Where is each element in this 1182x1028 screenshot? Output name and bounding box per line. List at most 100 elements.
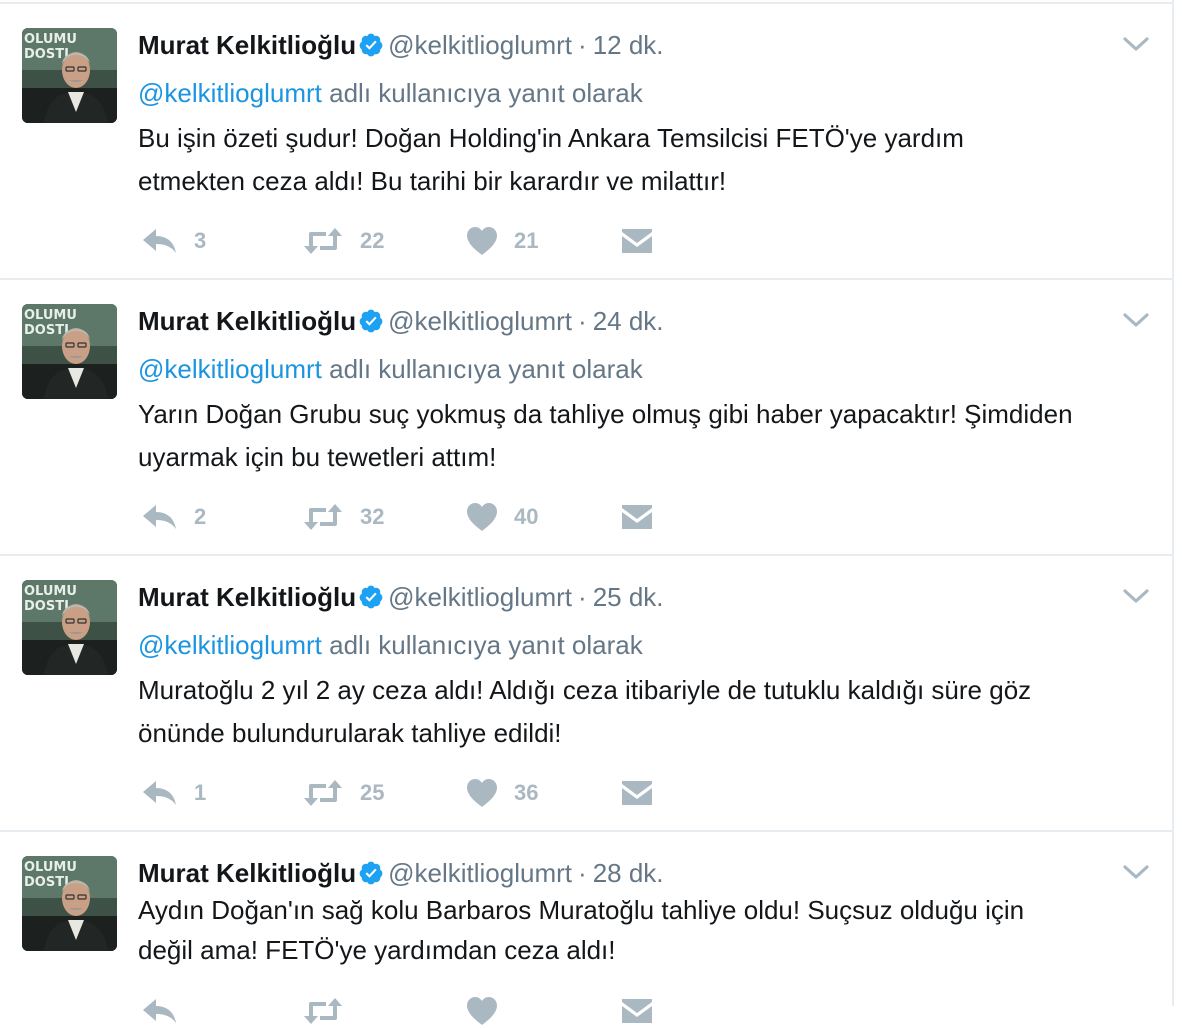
heart-icon: [466, 502, 498, 532]
reply-count: 3: [194, 228, 207, 253]
tweet-text: Muratoğlu 2 yıl 2 ay ceza aldı! Aldığı c…: [138, 669, 1158, 755]
retweet-count: 32: [360, 504, 385, 529]
tweet[interactable]: OLUMU DOSTL Murat Kelkitlioğlu @kelkitlio…: [0, 280, 1172, 556]
tweet-header: Murat Kelkitlioğlu @kelkitlioglumrt · 28 dk…: [138, 857, 664, 893]
verified-badge-icon: [358, 32, 384, 65]
reply-context-label: adlı kullanıcıya yanıt olarak: [329, 354, 643, 384]
svg-text:OLUMU: OLUMU: [24, 584, 77, 599]
retweet-icon: [302, 502, 344, 532]
tweet-text-line: Bu işin özeti şudur! Doğan Holding'in An…: [138, 123, 964, 153]
separator: ·: [578, 30, 587, 60]
direct-message-button[interactable]: [620, 994, 654, 1028]
tweet-text: Yarın Doğan Grubu suç yokmuş da tahliye …: [138, 393, 1158, 479]
like-button[interactable]: 40: [466, 500, 538, 534]
svg-text:OLUMU: OLUMU: [24, 32, 77, 47]
tweet[interactable]: OLUMU DOSTL Murat Kelkitlioğlu @kelkitlio…: [0, 4, 1172, 280]
reply-icon: [142, 502, 178, 532]
reply-icon: [142, 996, 178, 1026]
retweet-button[interactable]: 22: [302, 224, 384, 258]
tweet-text-line: Yarın Doğan Grubu suç yokmuş da tahliye …: [138, 399, 1073, 429]
timestamp[interactable]: 24 dk.: [593, 306, 664, 336]
verified-badge-icon: [358, 308, 384, 341]
reply-mention-link[interactable]: @kelkitlioglumrt: [138, 630, 322, 660]
timeline: OLUMU DOSTL Murat Kelkitlioğlu @kelkitlio…: [0, 0, 1174, 1025]
timestamp[interactable]: 25 dk.: [593, 582, 664, 612]
author-handle[interactable]: @kelkitlioglumrt: [388, 306, 572, 336]
author-name[interactable]: Murat Kelkitlioğlu: [138, 582, 356, 612]
retweet-button[interactable]: [302, 994, 344, 1028]
reply-button[interactable]: 2: [142, 500, 206, 534]
separator: ·: [578, 306, 587, 336]
avatar[interactable]: OLUMU DOSTL: [22, 28, 117, 123]
tweet-text-line: Aydın Doğan'ın sağ kolu Barbaros Muratoğ…: [138, 895, 1025, 925]
tweet-text: Bu işin özeti şudur! Doğan Holding'in An…: [138, 117, 1158, 203]
retweet-button[interactable]: 32: [302, 500, 384, 534]
tweet-text-line: değil ama! FETÖ'ye yardımdan ceza aldı!: [138, 935, 616, 965]
separator: ·: [578, 858, 587, 888]
author-name[interactable]: Murat Kelkitlioğlu: [138, 30, 356, 60]
chevron-down-icon[interactable]: [1122, 310, 1150, 330]
like-count: 21: [514, 228, 539, 253]
timestamp[interactable]: 28 dk.: [593, 858, 664, 888]
reply-mention-link[interactable]: @kelkitlioglumrt: [138, 78, 322, 108]
svg-text:OLUMU: OLUMU: [24, 308, 77, 323]
reply-context-label: adlı kullanıcıya yanıt olarak: [329, 78, 643, 108]
chevron-down-icon[interactable]: [1122, 586, 1150, 606]
tweet[interactable]: OLUMU DOSTL Murat Kelkitlioğlu @kelkitlio…: [0, 556, 1172, 832]
like-count: 40: [514, 504, 539, 529]
reply-mention-link[interactable]: @kelkitlioglumrt: [138, 354, 322, 384]
retweet-icon: [302, 996, 344, 1026]
heart-icon: [466, 778, 498, 808]
reply-context: @kelkitlioglumrt adlı kullanıcıya yanıt …: [138, 629, 643, 661]
chevron-down-icon[interactable]: [1122, 34, 1150, 54]
reply-count: 2: [194, 504, 207, 529]
retweet-count: 25: [360, 780, 385, 805]
timestamp[interactable]: 12 dk.: [593, 30, 664, 60]
envelope-icon: [620, 778, 654, 808]
like-button[interactable]: 36: [466, 776, 538, 810]
author-name[interactable]: Murat Kelkitlioğlu: [138, 306, 356, 336]
author-name[interactable]: Murat Kelkitlioğlu: [138, 858, 356, 888]
avatar[interactable]: OLUMU DOSTL: [22, 580, 117, 675]
retweet-button[interactable]: 25: [302, 776, 384, 810]
reply-icon: [142, 778, 178, 808]
like-count: 36: [514, 780, 539, 805]
svg-text:OLUMU: OLUMU: [24, 860, 77, 875]
direct-message-button[interactable]: [620, 224, 654, 258]
tweet-text-line: uyarmak için bu tewetleri attım!: [138, 442, 497, 472]
envelope-icon: [620, 502, 654, 532]
reply-button[interactable]: [142, 994, 178, 1028]
tweet-text-line: önünde bulundurularak tahliye edildi!: [138, 718, 562, 748]
reply-button[interactable]: 1: [142, 776, 206, 810]
separator: ·: [578, 582, 587, 612]
tweet-header: Murat Kelkitlioğlu @kelkitlioglumrt · 12 dk…: [138, 29, 664, 65]
like-button[interactable]: [466, 994, 498, 1028]
tweet-text: Aydın Doğan'ın sağ kolu Barbaros Muratoğ…: [138, 890, 1158, 970]
reply-count: 1: [194, 780, 207, 805]
direct-message-button[interactable]: [620, 776, 654, 810]
verified-badge-icon: [358, 860, 384, 893]
author-handle[interactable]: @kelkitlioglumrt: [388, 30, 572, 60]
reply-button[interactable]: 3: [142, 224, 206, 258]
retweet-count: 22: [360, 228, 385, 253]
heart-icon: [466, 996, 498, 1026]
avatar[interactable]: OLUMU DOSTL: [22, 856, 117, 951]
envelope-icon: [620, 226, 654, 256]
tweet-header: Murat Kelkitlioğlu @kelkitlioglumrt · 24 dk…: [138, 305, 664, 341]
chevron-down-icon[interactable]: [1122, 862, 1150, 882]
heart-icon: [466, 226, 498, 256]
verified-badge-icon: [358, 584, 384, 617]
tweet-text-line: Muratoğlu 2 yıl 2 ay ceza aldı! Aldığı c…: [138, 675, 1032, 705]
reply-icon: [142, 226, 178, 256]
tweet[interactable]: OLUMU DOSTL Murat Kelkitlioğlu @kelkitlio…: [0, 832, 1172, 1025]
author-handle[interactable]: @kelkitlioglumrt: [388, 582, 572, 612]
reply-context-label: adlı kullanıcıya yanıt olarak: [329, 630, 643, 660]
tweet-text-line: etmekten ceza aldı! Bu tarihi bir karard…: [138, 166, 727, 196]
like-button[interactable]: 21: [466, 224, 538, 258]
avatar[interactable]: OLUMU DOSTL: [22, 304, 117, 399]
direct-message-button[interactable]: [620, 500, 654, 534]
retweet-icon: [302, 226, 344, 256]
author-handle[interactable]: @kelkitlioglumrt: [388, 858, 572, 888]
tweet-header: Murat Kelkitlioğlu @kelkitlioglumrt · 25 dk…: [138, 581, 664, 617]
reply-context: @kelkitlioglumrt adlı kullanıcıya yanıt …: [138, 353, 643, 385]
